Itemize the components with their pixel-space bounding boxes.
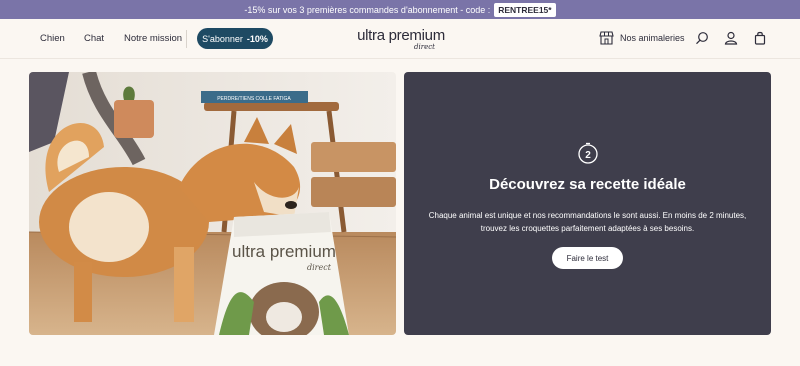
subscribe-label: S'abonner [202, 33, 243, 44]
recipe-quiz-card: 2 Découvrez sa recette idéale Chaque ani… [404, 72, 771, 335]
hero-photo-dog: PERDRE/TIENS COLLE FATIGA ultra premium … [29, 72, 396, 335]
recipe-card-title: Découvrez sa recette idéale [489, 176, 686, 193]
two-minutes-timer-icon: 2 [578, 142, 598, 164]
stores-label: Nos animaleries [620, 33, 685, 43]
take-test-button[interactable]: Faire le test [552, 247, 623, 269]
timer-badge-number: 2 [585, 150, 591, 161]
nav-item-chien[interactable]: Chien [40, 33, 65, 44]
promo-banner: -15% sur vos 3 premières commandes d'abo… [0, 0, 800, 19]
logo-text: ultra premium [357, 27, 445, 44]
logo-subtext: direct [414, 43, 435, 51]
cart-icon[interactable] [753, 31, 767, 45]
promo-code: RENTREE15* [494, 2, 556, 17]
bag-brand-text: ultra premium [232, 242, 336, 261]
account-icon[interactable] [724, 31, 738, 45]
recipe-card-description-line-2: trouvez les croquettes parfaitement adap… [480, 224, 695, 233]
store-icon [599, 31, 614, 45]
subscribe-button[interactable]: S'abonner -10% [197, 28, 273, 49]
stores-link[interactable]: Nos animaleries [599, 31, 685, 45]
site-header: Chien Chat Notre mission S'abonner -10% … [0, 19, 800, 59]
site-logo[interactable]: ultra premium direct [356, 27, 446, 51]
bag-brand-subtext: direct [307, 263, 332, 272]
dog-with-food-bag-illustration: PERDRE/TIENS COLLE FATIGA ultra premium … [29, 72, 396, 335]
nav-item-notre-mission[interactable]: Notre mission [124, 33, 182, 44]
subscribe-discount: -10% [246, 33, 268, 44]
recipe-card-description-line-1: Chaque animal est unique et nos recomman… [428, 211, 747, 220]
promo-text: -15% sur vos 3 premières commandes d'abo… [244, 4, 491, 15]
recipe-card-description: Chaque animal est unique et nos recomman… [404, 209, 771, 235]
book-spine-text: PERDRE/TIENS COLLE FATIGA [217, 96, 291, 102]
nav-item-chat[interactable]: Chat [84, 33, 104, 44]
search-icon[interactable] [695, 31, 709, 45]
nav-divider [186, 30, 187, 48]
